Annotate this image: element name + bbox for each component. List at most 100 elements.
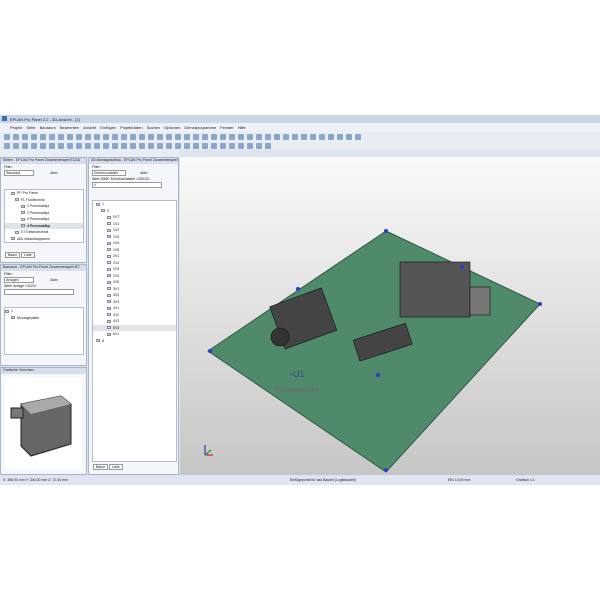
pages-tree[interactable]: PP Pro Panel FL Fluidtechnik 1 Pneumatikpl… (4, 189, 84, 243)
toolbar-button-icon[interactable] (22, 142, 28, 149)
toolbar-button-icon[interactable] (49, 142, 55, 149)
toolbar-button-icon[interactable] (355, 133, 361, 140)
toolbar-button-icon[interactable] (130, 142, 136, 149)
toolbar-button-icon[interactable] (31, 133, 37, 140)
toolbar-button-icon[interactable] (238, 142, 244, 149)
toolbar-button-icon[interactable] (166, 133, 172, 140)
tab-liste[interactable]: Liste (109, 464, 123, 470)
toolbar-button-icon[interactable] (184, 142, 190, 149)
toolbar-button-icon[interactable] (256, 133, 262, 140)
toolbar-button-icon[interactable] (229, 133, 235, 140)
toolbar-button-icon[interactable] (247, 142, 253, 149)
toolbar-button-icon[interactable] (139, 133, 145, 140)
toolbar-button-icon[interactable] (346, 133, 352, 140)
active-checkbox[interactable]: Aktiv (50, 171, 58, 175)
toolbar-button-icon[interactable] (58, 142, 64, 149)
toolbar-button-icon[interactable] (211, 142, 217, 149)
toolbar-button-icon[interactable] (76, 142, 82, 149)
toolbar-button-icon[interactable] (94, 133, 100, 140)
toolbar-button-icon[interactable] (274, 133, 280, 140)
toolbar-button-icon[interactable] (265, 133, 271, 140)
active-checkbox[interactable]: Aktiv (140, 171, 148, 175)
menu-item[interactable]: Suchen (147, 125, 161, 130)
tab-liste[interactable]: Liste (21, 252, 35, 258)
toolbar-button-icon[interactable] (319, 133, 325, 140)
toolbar-button-icon[interactable] (4, 133, 10, 140)
toolbar-button-icon[interactable] (220, 133, 226, 140)
toolbar-button-icon[interactable] (238, 133, 244, 140)
toolbar-button-icon[interactable] (211, 133, 217, 140)
toolbar-button-icon[interactable] (58, 133, 64, 140)
toolbar-button-icon[interactable] (13, 133, 19, 140)
toolbar-button-icon[interactable] (220, 142, 226, 149)
filter-select[interactable]: Kennbuchstabe (92, 170, 126, 176)
toolbar-button-icon[interactable] (103, 142, 109, 149)
menu-item[interactable]: Hilfe (238, 125, 246, 130)
toolbar-button-icon[interactable] (202, 142, 208, 149)
toolbar-button-icon[interactable] (13, 142, 19, 149)
tree-item[interactable]: ABL Ablaufdiagramm (5, 236, 83, 243)
toolbar-button-icon[interactable] (301, 133, 307, 140)
toolbar-button-icon[interactable] (193, 133, 199, 140)
toolbar-button-icon[interactable] (202, 133, 208, 140)
toolbar-button-icon[interactable] (121, 133, 127, 140)
3d-viewport[interactable]: -U1 Montageplatte (180, 157, 600, 475)
tab-baum[interactable]: Baum (93, 464, 109, 470)
menu-item[interactable]: Seite (26, 125, 35, 130)
toolbar-button-icon[interactable] (157, 142, 163, 149)
toolbar-button-icon[interactable] (112, 133, 118, 140)
tree-item[interactable]: Montageplatte (5, 315, 83, 322)
toolbar-button-icon[interactable] (67, 142, 73, 149)
toolbar-button-icon[interactable] (85, 133, 91, 140)
filter-select[interactable]: Anlagen (4, 277, 34, 283)
menu-item[interactable]: Dienstprogramme (184, 125, 216, 130)
grid-status[interactable]: EIN 10,00 mm (448, 478, 470, 482)
toolbar-button-icon[interactable] (76, 133, 82, 140)
toolbar-button-icon[interactable] (310, 133, 316, 140)
toolbar-button-icon[interactable] (229, 142, 235, 149)
toolbar-button-icon[interactable] (256, 142, 262, 149)
tab-baum[interactable]: Baum (5, 252, 21, 258)
toolbar-button-icon[interactable] (40, 133, 46, 140)
toolbar-button-icon[interactable] (328, 133, 334, 140)
toolbar-button-icon[interactable] (112, 142, 118, 149)
menu-item[interactable]: Projektdaten (120, 125, 142, 130)
toolbar-button-icon[interactable] (103, 133, 109, 140)
toolbar-button-icon[interactable] (292, 133, 298, 140)
toolbar-button-icon[interactable] (130, 133, 136, 140)
toolbar-button-icon[interactable] (166, 142, 172, 149)
mounting-tree[interactable]: 1 V 0VT 1V1 1V2 1V3 1V4 1V5 2V1 2V2 2V3 2V4 2V5 3V1 3V… (92, 200, 177, 462)
toolbar-button-icon[interactable] (175, 133, 181, 140)
toolbar-button-icon[interactable] (148, 142, 154, 149)
toolbar-button-icon[interactable] (184, 133, 190, 140)
menu-item[interactable]: Projekt (10, 125, 22, 130)
toolbar-button-icon[interactable] (49, 133, 55, 140)
active-checkbox[interactable]: Aktiv (50, 278, 58, 282)
toolbar-button-icon[interactable] (193, 142, 199, 149)
toolbar-button-icon[interactable] (247, 133, 253, 140)
value-input[interactable] (4, 289, 74, 295)
toolbar-button-icon[interactable] (85, 142, 91, 149)
toolbar-button-icon[interactable] (40, 142, 46, 149)
menu-item[interactable]: Ansicht (83, 125, 96, 130)
toolbar-button-icon[interactable] (265, 142, 271, 149)
menu-item[interactable]: Bearbeiten (60, 125, 79, 130)
toolbar-button-icon[interactable] (94, 142, 100, 149)
toolbar-button-icon[interactable] (337, 133, 343, 140)
toolbar-button-icon[interactable] (139, 142, 145, 149)
toolbar-button-icon[interactable] (121, 142, 127, 149)
toolbar-button-icon[interactable] (4, 142, 10, 149)
toolbar-button-icon[interactable] (283, 133, 289, 140)
menu-item[interactable]: Einfügen (100, 125, 116, 130)
toolbar-button-icon[interactable] (148, 133, 154, 140)
toolbar-button-icon[interactable] (31, 142, 37, 149)
filter-select[interactable]: Standard (4, 170, 34, 176)
toolbar-button-icon[interactable] (22, 133, 28, 140)
menu-item[interactable]: Fenster (220, 125, 234, 130)
space-tree[interactable]: 1 Montageplatte (4, 307, 84, 355)
menu-item[interactable]: Optionen (164, 125, 180, 130)
toolbar-button-icon[interactable] (175, 142, 181, 149)
toolbar-button-icon[interactable] (157, 133, 163, 140)
value-input[interactable]: V (92, 182, 162, 188)
menu-item[interactable]: Bauraum (40, 125, 56, 130)
